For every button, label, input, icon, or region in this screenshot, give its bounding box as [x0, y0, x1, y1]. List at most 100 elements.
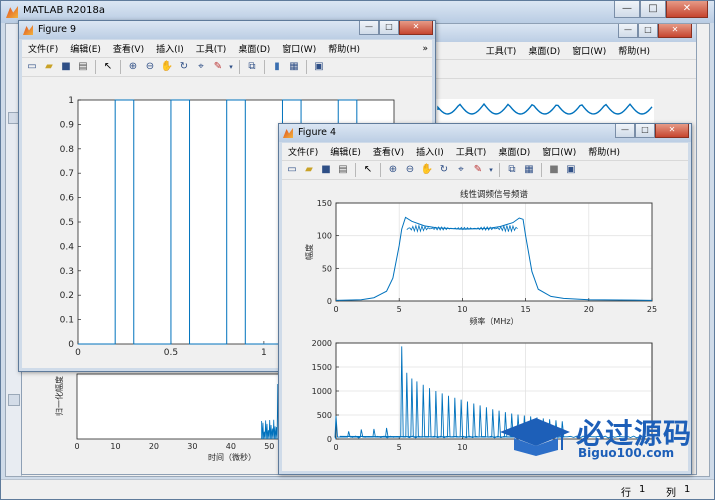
- figure9-minimize-button[interactable]: —: [359, 21, 379, 35]
- print-icon[interactable]: ▤: [76, 60, 90, 74]
- y-tick-label: 0.7: [60, 169, 74, 179]
- toolbar-separator: [239, 60, 240, 74]
- y-tick-label: 0: [327, 435, 332, 444]
- main-minimize-button[interactable]: —: [614, 1, 640, 18]
- menu-view[interactable]: 查看(V): [367, 145, 410, 158]
- menu-window[interactable]: 窗口(W): [536, 145, 582, 158]
- save-icon[interactable]: ■: [319, 163, 333, 177]
- bg-x-tick-label: 20: [149, 442, 159, 451]
- link-icon[interactable]: ⧉: [245, 60, 259, 74]
- menu-help[interactable]: 帮助(H): [322, 42, 366, 55]
- y-tick-label: 50: [322, 264, 332, 273]
- status-row-label: 行: [621, 488, 631, 499]
- y-tick-label: 0.8: [60, 145, 75, 155]
- y-tick-label: 1000: [312, 387, 332, 396]
- menu-tools[interactable]: 工具(T): [450, 145, 493, 158]
- menu-file[interactable]: 文件(F): [282, 145, 324, 158]
- main-maximize-button[interactable]: □: [640, 1, 666, 18]
- x-tick-label: 5: [397, 305, 402, 314]
- save-icon[interactable]: ■: [59, 60, 73, 74]
- brush-dropdown-icon[interactable]: ▾: [228, 60, 234, 74]
- y-tick-label: 0.5: [60, 218, 74, 228]
- y-tick-label: 0.4: [60, 242, 75, 252]
- menu-edit[interactable]: 编辑(E): [324, 145, 367, 158]
- colorbar-icon[interactable]: ▮: [270, 60, 284, 74]
- datacursor-icon[interactable]: ⌖: [454, 163, 468, 177]
- main-close-button[interactable]: ✕: [666, 1, 708, 18]
- figure9-maximize-button[interactable]: □: [379, 21, 399, 35]
- y-axis-label: 幅度: [304, 244, 314, 260]
- menu-overflow-chevron[interactable]: »: [416, 44, 432, 54]
- hide-plot-tools-icon[interactable]: ■: [547, 163, 561, 177]
- y-tick-label: 0.9: [60, 120, 75, 130]
- menu-file[interactable]: 文件(F): [22, 42, 64, 55]
- x-tick-label: 0: [333, 305, 338, 314]
- status-col-value: 1: [684, 484, 691, 495]
- figure9-controls: — □ ✕: [359, 21, 433, 39]
- y-tick-label: 150: [317, 199, 332, 208]
- rotate-icon[interactable]: ↻: [177, 60, 191, 74]
- main-window-controls: — □ ✕: [614, 1, 708, 19]
- link-icon[interactable]: ⧉: [505, 163, 519, 177]
- zoom-out-icon[interactable]: ⊖: [143, 60, 157, 74]
- menu-help[interactable]: 帮助(H): [582, 145, 626, 158]
- menu-insert[interactable]: 插入(I): [150, 42, 190, 55]
- open-icon[interactable]: ▰: [42, 60, 56, 74]
- figure9-titlebar[interactable]: Figure 9 — □ ✕: [19, 21, 435, 39]
- pointer-icon[interactable]: ↖: [361, 163, 375, 177]
- toolbar-separator: [264, 60, 265, 74]
- figure4-maximize-button[interactable]: □: [635, 124, 655, 138]
- menu-tools[interactable]: 工具(T): [190, 42, 233, 55]
- brush-icon[interactable]: ✎: [471, 163, 485, 177]
- x-tick-label: 0: [75, 348, 81, 358]
- axes-title: 线性调频信号频谱: [460, 189, 529, 200]
- new-icon[interactable]: ▭: [25, 60, 39, 74]
- figure4-titlebar[interactable]: Figure 4 — □ ✕: [279, 124, 691, 142]
- show-plot-tools-icon[interactable]: ▣: [312, 60, 326, 74]
- figure4-close-button[interactable]: ✕: [655, 124, 689, 138]
- bg-x-tick-label: 40: [226, 442, 236, 451]
- brush-icon[interactable]: ✎: [211, 60, 225, 74]
- zoom-in-icon[interactable]: ⊕: [126, 60, 140, 74]
- pan-icon[interactable]: ✋: [160, 60, 174, 74]
- figure4-title: Figure 4: [298, 127, 337, 138]
- figure9-close-button[interactable]: ✕: [399, 21, 433, 35]
- print-icon[interactable]: ▤: [336, 163, 350, 177]
- watermark-en-text: Biguo100.com: [578, 446, 675, 460]
- open-icon[interactable]: ▰: [302, 163, 316, 177]
- toolbar-separator: [499, 163, 500, 177]
- menu-desktop[interactable]: 桌面(D): [492, 145, 536, 158]
- colorbar-icon[interactable]: ▦: [522, 163, 536, 177]
- show-plot-tools-icon[interactable]: ▣: [564, 163, 578, 177]
- pointer-icon[interactable]: ↖: [101, 60, 115, 74]
- pan-icon[interactable]: ✋: [420, 163, 434, 177]
- y-tick-label: 100: [317, 232, 332, 241]
- rotate-icon[interactable]: ↻: [437, 163, 451, 177]
- legend-icon[interactable]: ▦: [287, 60, 301, 74]
- menu-window[interactable]: 窗口(W): [276, 42, 322, 55]
- figure9-title: Figure 9: [38, 24, 77, 35]
- panel-tab-icon[interactable]: [8, 394, 20, 406]
- bg-upper-axes-box: [436, 99, 654, 125]
- toolbar-separator: [306, 60, 307, 74]
- figure9-logo-icon: [23, 25, 33, 35]
- y-tick-label: 0.3: [60, 267, 74, 277]
- datacursor-icon[interactable]: ⌖: [194, 60, 208, 74]
- menu-insert[interactable]: 插入(I): [410, 145, 450, 158]
- brush-dropdown-icon[interactable]: ▾: [488, 163, 494, 177]
- graduation-cap-icon: [500, 418, 570, 456]
- bg-x-tick-label: 10: [110, 442, 120, 451]
- x-tick-label: 0: [333, 443, 338, 452]
- status-row-value: 1: [639, 484, 646, 495]
- figure4-minimize-button[interactable]: —: [615, 124, 635, 138]
- zoom-out-icon[interactable]: ⊖: [403, 163, 417, 177]
- zoom-in-icon[interactable]: ⊕: [386, 163, 400, 177]
- y-tick-label: 1: [68, 96, 74, 106]
- menu-view[interactable]: 查看(V): [107, 42, 150, 55]
- bg-x-tick-label: 30: [187, 442, 197, 451]
- x-tick-label: 10: [457, 305, 467, 314]
- menu-edit[interactable]: 编辑(E): [64, 42, 107, 55]
- menu-desktop[interactable]: 桌面(D): [232, 42, 276, 55]
- new-icon[interactable]: ▭: [285, 163, 299, 177]
- x-tick-label: 5: [397, 443, 402, 452]
